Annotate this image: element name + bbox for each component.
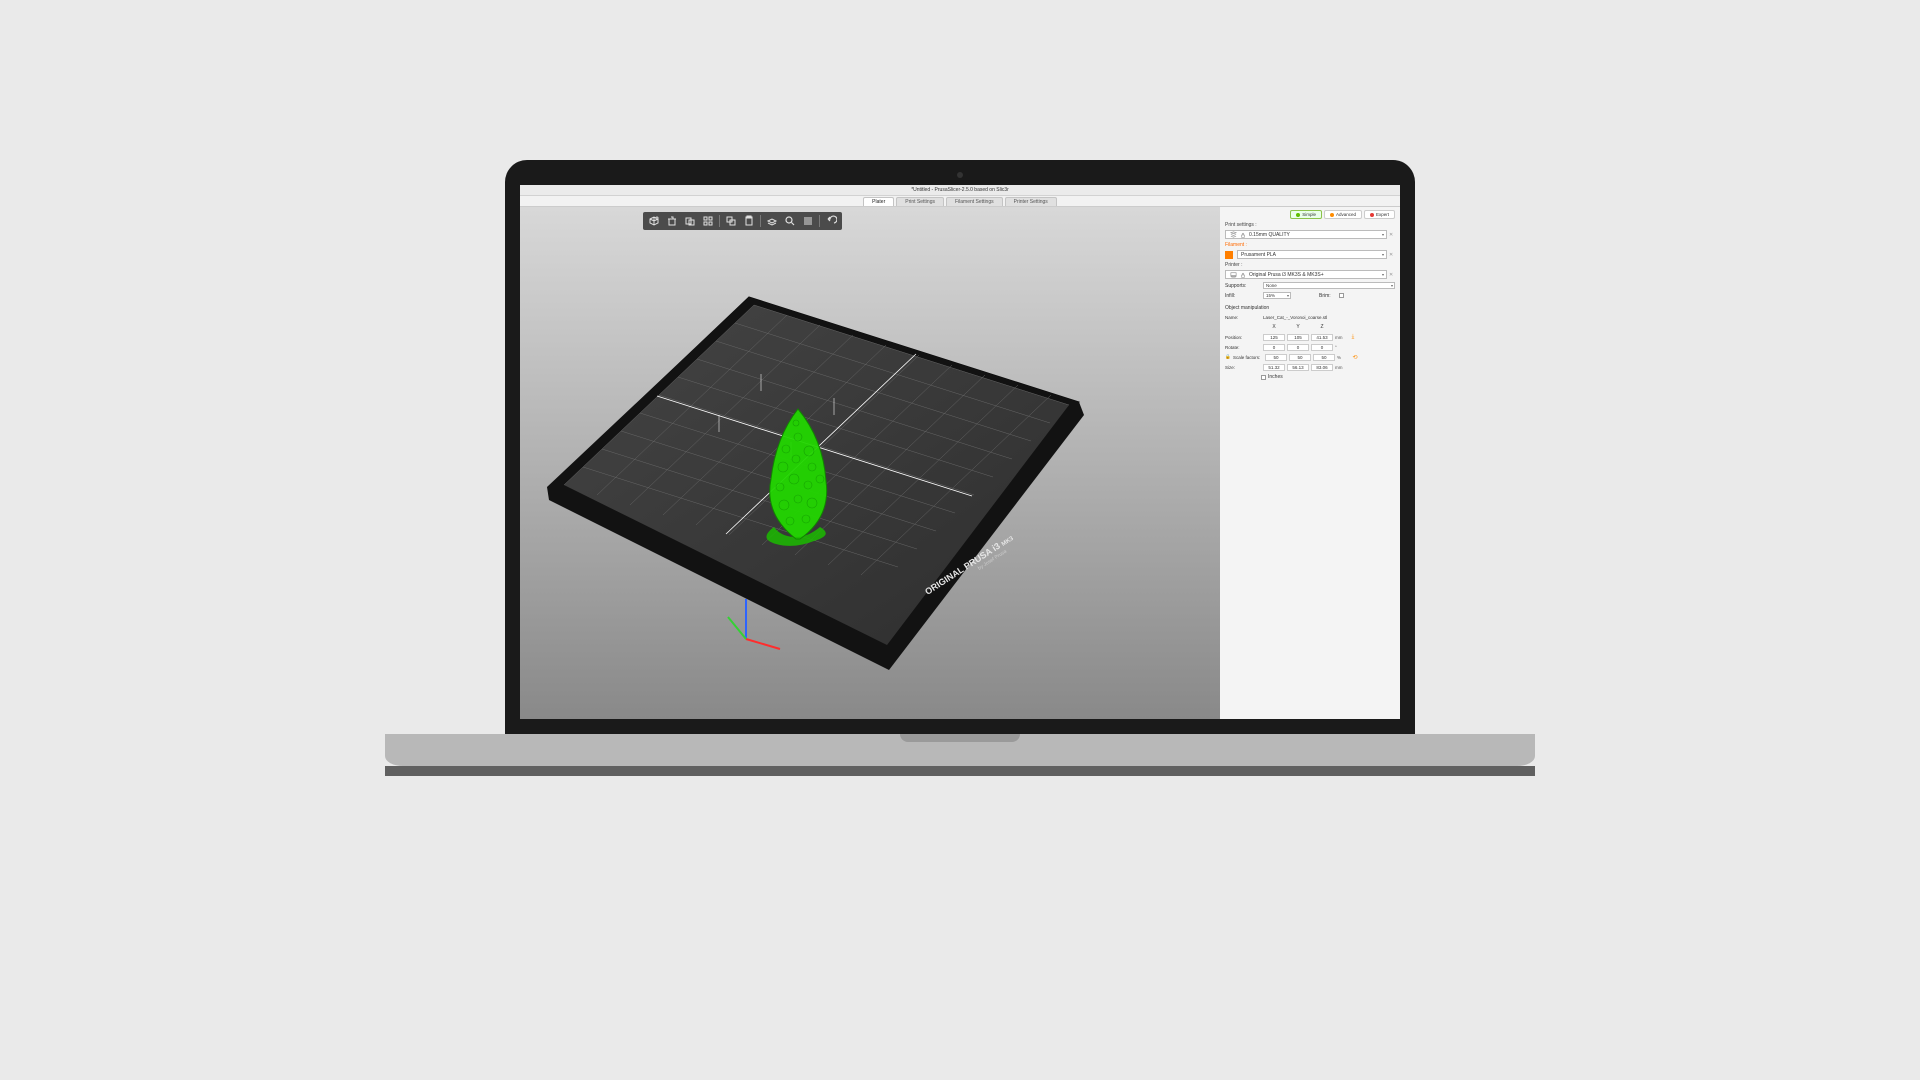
inches-checkbox[interactable] xyxy=(1261,375,1266,380)
position-label: Position: xyxy=(1225,335,1261,340)
scale-z[interactable]: 50 xyxy=(1313,354,1335,361)
print-settings-label: Print settings : xyxy=(1225,222,1395,228)
scale-y[interactable]: 50 xyxy=(1289,354,1311,361)
tab-filament-settings[interactable]: Filament Settings xyxy=(946,197,1003,206)
tool-arrange-icon[interactable] xyxy=(700,214,716,228)
rotate-label: Rotate: xyxy=(1225,345,1261,350)
mode-simple[interactable]: Simple xyxy=(1290,210,1322,219)
size-y[interactable]: 56.13 xyxy=(1287,364,1309,371)
scale-x[interactable]: 50 xyxy=(1265,354,1287,361)
main-tabs: Plater Print Settings Filament Settings … xyxy=(520,196,1400,207)
filament-color-swatch[interactable] xyxy=(1225,251,1233,259)
printer-label: Printer : xyxy=(1225,262,1395,268)
printer-icon xyxy=(1229,271,1237,279)
tool-instances-icon[interactable] xyxy=(764,214,780,228)
object-name: Laser_Cat_-_Voronoi_coarse.stl xyxy=(1263,315,1327,320)
drop-to-bed-icon[interactable]: ⤓ xyxy=(1349,333,1357,341)
col-y: Y xyxy=(1287,324,1309,330)
lock-icon xyxy=(1239,231,1247,239)
rotate-y[interactable]: 0 xyxy=(1287,344,1309,351)
lock-icon xyxy=(1239,271,1247,279)
viewport-toolbar xyxy=(643,212,842,230)
object-manipulation-heading: Object manipulation xyxy=(1225,305,1395,311)
size-label: Size: xyxy=(1225,365,1261,370)
infill-label: Infill: xyxy=(1225,293,1255,299)
brim-checkbox[interactable] xyxy=(1339,293,1344,298)
tool-delete-icon[interactable] xyxy=(664,214,680,228)
position-y[interactable]: 105 xyxy=(1287,334,1309,341)
col-x: X xyxy=(1263,324,1285,330)
inches-label: Inches xyxy=(1268,374,1283,380)
layers-icon xyxy=(1229,231,1237,239)
tab-print-settings[interactable]: Print Settings xyxy=(896,197,944,206)
window-title: *Untitled - PrusaSlicer-2.5.0 based on S… xyxy=(520,185,1400,196)
tab-plater[interactable]: Plater xyxy=(863,197,894,206)
tool-delete-all-icon[interactable] xyxy=(682,214,698,228)
print-settings-select[interactable]: 0.15mm QUALITY xyxy=(1225,230,1387,239)
side-panel: Simple Advanced Expert Print settings : … xyxy=(1220,207,1400,719)
printer-select[interactable]: Original Prusa i3 MK3S & MK3S+ xyxy=(1225,270,1387,279)
position-x[interactable]: 125 xyxy=(1263,334,1285,341)
reset-scale-icon[interactable]: ⟲ xyxy=(1351,353,1359,361)
scale-label: Scale factors: xyxy=(1233,355,1263,360)
mode-advanced[interactable]: Advanced xyxy=(1324,210,1362,219)
position-z[interactable]: 41.53 xyxy=(1311,334,1333,341)
tool-search-icon[interactable] xyxy=(782,214,798,228)
col-z: Z xyxy=(1311,324,1333,330)
tool-variable-layer-icon[interactable] xyxy=(800,214,816,228)
app-window: *Untitled - PrusaSlicer-2.5.0 based on S… xyxy=(520,185,1400,719)
viewport-3d[interactable]: ORIGINAL PRUSA i3 MK3 by Josef Prusa xyxy=(520,207,1220,719)
supports-label: Supports: xyxy=(1225,283,1255,289)
build-plate: ORIGINAL PRUSA i3 MK3 by Josef Prusa xyxy=(539,287,1099,719)
infill-select[interactable]: 15% xyxy=(1263,292,1291,299)
supports-select[interactable]: None xyxy=(1263,282,1395,289)
tool-undo-icon[interactable] xyxy=(823,214,839,228)
tool-paste-icon[interactable] xyxy=(741,214,757,228)
rotate-z[interactable]: 0 xyxy=(1311,344,1333,351)
rotate-x[interactable]: 0 xyxy=(1263,344,1285,351)
mode-expert[interactable]: Expert xyxy=(1364,210,1395,219)
size-x[interactable]: 51.32 xyxy=(1263,364,1285,371)
printer-gear-icon[interactable]: ✕ xyxy=(1389,272,1395,278)
tool-add-icon[interactable] xyxy=(646,214,662,228)
size-z[interactable]: 83.06 xyxy=(1311,364,1333,371)
brim-label: Brim: xyxy=(1319,293,1331,299)
filament-label: Filament : xyxy=(1225,242,1395,248)
lock-scale-icon[interactable]: 🔒 xyxy=(1225,354,1231,360)
print-settings-gear-icon[interactable]: ✕ xyxy=(1389,232,1395,238)
tab-printer-settings[interactable]: Printer Settings xyxy=(1005,197,1057,206)
filament-gear-icon[interactable]: ✕ xyxy=(1389,252,1395,258)
filament-select[interactable]: Prusament PLA xyxy=(1237,250,1387,259)
tool-copy-icon[interactable] xyxy=(723,214,739,228)
name-label: Name: xyxy=(1225,315,1261,320)
